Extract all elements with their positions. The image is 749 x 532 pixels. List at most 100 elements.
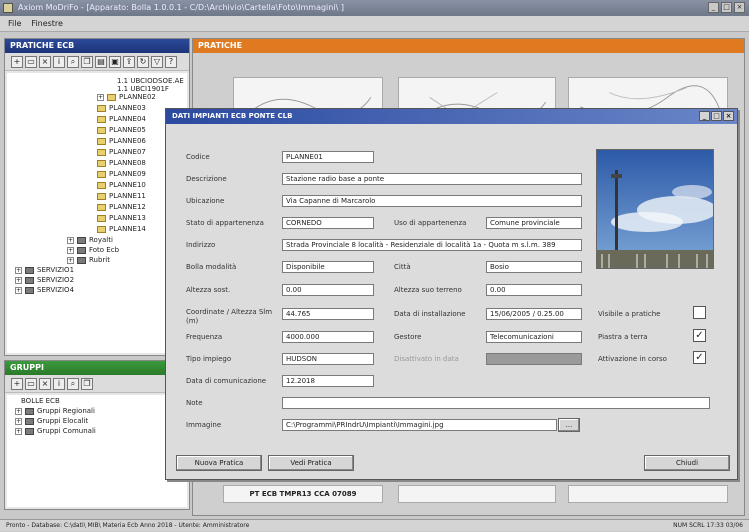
expand-icon[interactable]: +	[15, 427, 22, 435]
browse-image-button[interactable]: ...	[558, 418, 580, 432]
find-icon[interactable]: ⌕	[67, 55, 79, 68]
altezza-sost-field[interactable]: 0.00	[282, 284, 374, 296]
tree-item[interactable]: PLANNE13	[97, 214, 146, 222]
export-icon[interactable]: ⇪	[123, 55, 135, 68]
tree-item[interactable]: + Royalti	[67, 236, 113, 244]
tree-item[interactable]: PLANNE03	[97, 104, 146, 112]
tree-item[interactable]: + SERVIZIO2	[15, 276, 74, 284]
tree-item-label: Gruppi Elocalit	[37, 417, 89, 425]
close-window-button[interactable]: ×	[734, 2, 745, 13]
expand-icon[interactable]: +	[15, 276, 22, 284]
tree-item[interactable]: PLANNE08	[97, 159, 146, 167]
tree-item[interactable]: + SERVIZIO1	[15, 266, 74, 274]
expand-icon[interactable]: +	[15, 407, 22, 415]
data-comunicazione-field[interactable]: 12.2018	[282, 375, 374, 387]
tree-item-label: PLANNE11	[109, 192, 146, 200]
copy-icon[interactable]: ❐	[81, 377, 93, 390]
folder-icon	[97, 159, 106, 167]
immagine-field[interactable]: C:\Programmi\PRIndrU\Impianti\Immagini.j…	[282, 419, 557, 431]
tree-item[interactable]: + Gruppi Comunali	[15, 427, 96, 435]
coordinate-field[interactable]: 44.765	[282, 308, 374, 320]
chiudi-button[interactable]: Chiudi	[644, 455, 730, 471]
tree-item[interactable]: PLANNE09	[97, 170, 146, 178]
tipo-impiego-field[interactable]: HUDSON	[282, 353, 374, 365]
filter-icon[interactable]: ▽	[151, 55, 163, 68]
copy-icon[interactable]: ❐	[81, 55, 93, 68]
nuova-pratica-button[interactable]: Nuova Pratica	[176, 455, 262, 471]
dialog-maximize-button[interactable]: □	[711, 111, 722, 121]
help-icon[interactable]: ?	[165, 55, 177, 68]
expand-icon[interactable]: +	[15, 286, 22, 294]
new-icon[interactable]: +	[11, 377, 23, 390]
tree-item[interactable]: PLANNE04	[97, 115, 146, 123]
ubicazione-field[interactable]: Via Capanne di Marcarolo	[282, 195, 582, 207]
expand-icon[interactable]: +	[15, 417, 22, 425]
tree-item-label: PLANNE12	[109, 203, 146, 211]
citta-field[interactable]: Bosio	[486, 261, 582, 273]
dialog-close-button[interactable]: ×	[723, 111, 734, 121]
altezza-terreno-label: Altezza suo terreno	[394, 286, 462, 294]
frequenza-field[interactable]: 4000.000	[282, 331, 374, 343]
tree-item[interactable]: PLANNE12	[97, 203, 146, 211]
tree-item[interactable]: + Gruppi Elocalit	[15, 417, 88, 425]
info-icon[interactable]: i	[53, 377, 65, 390]
tree-item[interactable]: + SERVIZIO4	[15, 286, 74, 294]
expand-icon[interactable]: +	[67, 246, 74, 254]
tipo-impiego-label: Tipo impiego	[186, 355, 232, 363]
minimize-button[interactable]: _	[708, 2, 719, 13]
indirizzo-field[interactable]: Strada Provinciale 8 località - Residenz…	[282, 239, 582, 251]
uso-appartenenza-field[interactable]: Comune provinciale	[486, 217, 582, 229]
delete-icon[interactable]: ×	[39, 377, 51, 390]
tree-item[interactable]: PLANNE11	[97, 192, 146, 200]
tree-item[interactable]: + Foto Ecb	[67, 246, 119, 254]
menu-file[interactable]: File	[8, 19, 21, 28]
status-text: Pronto - Database: C:\dati\ MIB\ Materia…	[6, 522, 250, 529]
descrizione-field[interactable]: Stazione radio base a ponte	[282, 173, 582, 185]
info-icon[interactable]: i	[53, 55, 65, 68]
stato-appartenenza-field[interactable]: CORNEDO	[282, 217, 374, 229]
tree-item[interactable]: + PLANNE02	[97, 93, 156, 101]
menu-windows[interactable]: Finestre	[31, 19, 63, 28]
tree-item[interactable]: + Gruppi Regionali	[15, 407, 95, 415]
print-icon[interactable]: ▤	[95, 55, 107, 68]
visibile-pratiche-checkbox[interactable]	[693, 306, 706, 319]
tree-item[interactable]: PLANNE05	[97, 126, 146, 134]
tree-item[interactable]: PLANNE06	[97, 137, 146, 145]
tree-item[interactable]: BOLLE ECB	[21, 397, 60, 405]
codice-label: Codice	[186, 153, 210, 161]
folder-icon	[97, 126, 106, 134]
gestore-field[interactable]: Telecomunicazioni	[486, 331, 582, 343]
new-icon[interactable]: +	[11, 55, 23, 68]
tree-item[interactable]: 1.1 UBCI1901F	[117, 85, 169, 93]
tree-item[interactable]: PLANNE10	[97, 181, 146, 189]
folder-icon	[97, 214, 106, 222]
tree-item[interactable]: + Rubrit	[67, 256, 110, 264]
dialog-title: DATI IMPIANTI ECB PONTE CLB	[172, 112, 293, 120]
tree-item[interactable]: PLANNE14	[97, 225, 146, 233]
altezza-terreno-field[interactable]: 0.00	[486, 284, 582, 296]
save-icon[interactable]: ▣	[109, 55, 121, 68]
dialog-minimize-button[interactable]: _	[699, 111, 710, 121]
attivazione-corso-checkbox[interactable]: ✓	[693, 351, 706, 364]
maximize-button[interactable]: □	[721, 2, 732, 13]
expand-icon[interactable]: +	[67, 256, 74, 264]
delete-icon[interactable]: ×	[39, 55, 51, 68]
find-icon[interactable]: ⌕	[67, 377, 79, 390]
piastra-terra-checkbox[interactable]: ✓	[693, 329, 706, 342]
disattivato-field	[486, 353, 582, 365]
data-installazione-field[interactable]: 15/06/2005 / 0.25.00	[486, 308, 582, 320]
expand-icon[interactable]: +	[67, 236, 74, 244]
bolla-modalita-field[interactable]: Disponibile	[282, 261, 374, 273]
open-icon[interactable]: ▭	[25, 377, 37, 390]
expand-icon[interactable]: +	[15, 266, 22, 274]
note-field[interactable]	[282, 397, 710, 409]
open-icon[interactable]: ▭	[25, 55, 37, 68]
refresh-icon[interactable]: ↻	[137, 55, 149, 68]
codice-field[interactable]: PLANNE01	[282, 151, 374, 163]
vedi-pratica-button[interactable]: Vedi Pratica	[268, 455, 354, 471]
tree-item[interactable]: 1.1 UBCIODSOE.AE	[117, 77, 184, 85]
tree-item-label: Gruppi Regionali	[37, 407, 95, 415]
expand-icon[interactable]: +	[97, 93, 104, 101]
tree-item[interactable]: PLANNE07	[97, 148, 146, 156]
folder-icon	[97, 137, 106, 145]
